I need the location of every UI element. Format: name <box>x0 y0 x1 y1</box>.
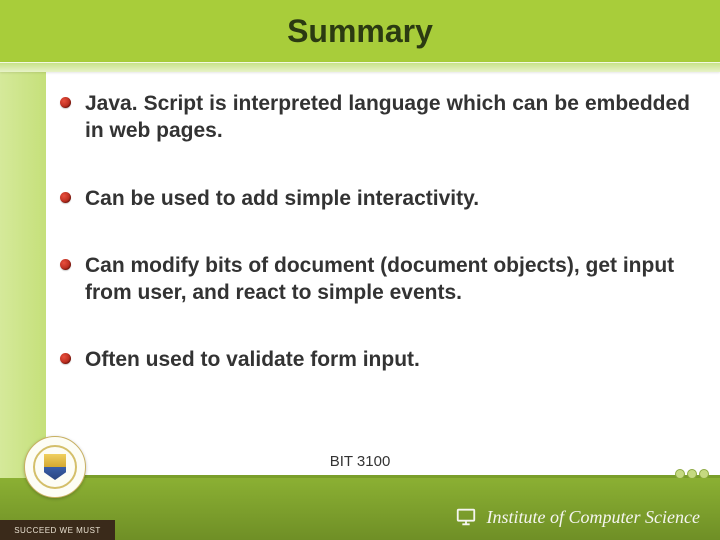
title-underband <box>0 62 720 72</box>
bullet-text: Can be used to add simple interactivity. <box>85 185 479 212</box>
bullet-item: Can be used to add simple interactivity. <box>60 185 690 212</box>
university-seal <box>24 436 86 498</box>
dot-icon <box>676 470 684 478</box>
bullet-icon <box>60 97 71 108</box>
bullet-text: Java. Script is interpreted language whi… <box>85 90 690 145</box>
bullet-icon <box>60 353 71 364</box>
monitor-icon <box>453 504 479 530</box>
bullet-item: Can modify bits of document (document ob… <box>60 252 690 307</box>
dot-icon <box>700 470 708 478</box>
slide-title: Summary <box>287 13 433 50</box>
shield-icon <box>44 454 66 480</box>
bullet-text: Can modify bits of document (document ob… <box>85 252 690 307</box>
motto-tab: SUCCEED WE MUST <box>0 520 115 540</box>
bullet-item: Often used to validate form input. <box>60 346 690 373</box>
content-area: Java. Script is interpreted language whi… <box>60 90 690 414</box>
pagination-dots <box>676 470 708 478</box>
footer-code: BIT 3100 <box>0 453 720 470</box>
institute-text: Institute of Computer Science <box>487 507 700 528</box>
motto-text: SUCCEED WE MUST <box>14 526 101 535</box>
bullet-item: Java. Script is interpreted language whi… <box>60 90 690 145</box>
bullet-icon <box>60 192 71 203</box>
bullet-text: Often used to validate form input. <box>85 346 420 373</box>
title-band: Summary <box>0 0 720 62</box>
slide: Summary Java. Script is interpreted lang… <box>0 0 720 540</box>
dot-icon <box>688 470 696 478</box>
seal-ring-icon <box>33 445 77 489</box>
bullet-icon <box>60 259 71 270</box>
institute-label: Institute of Computer Science <box>453 504 700 530</box>
